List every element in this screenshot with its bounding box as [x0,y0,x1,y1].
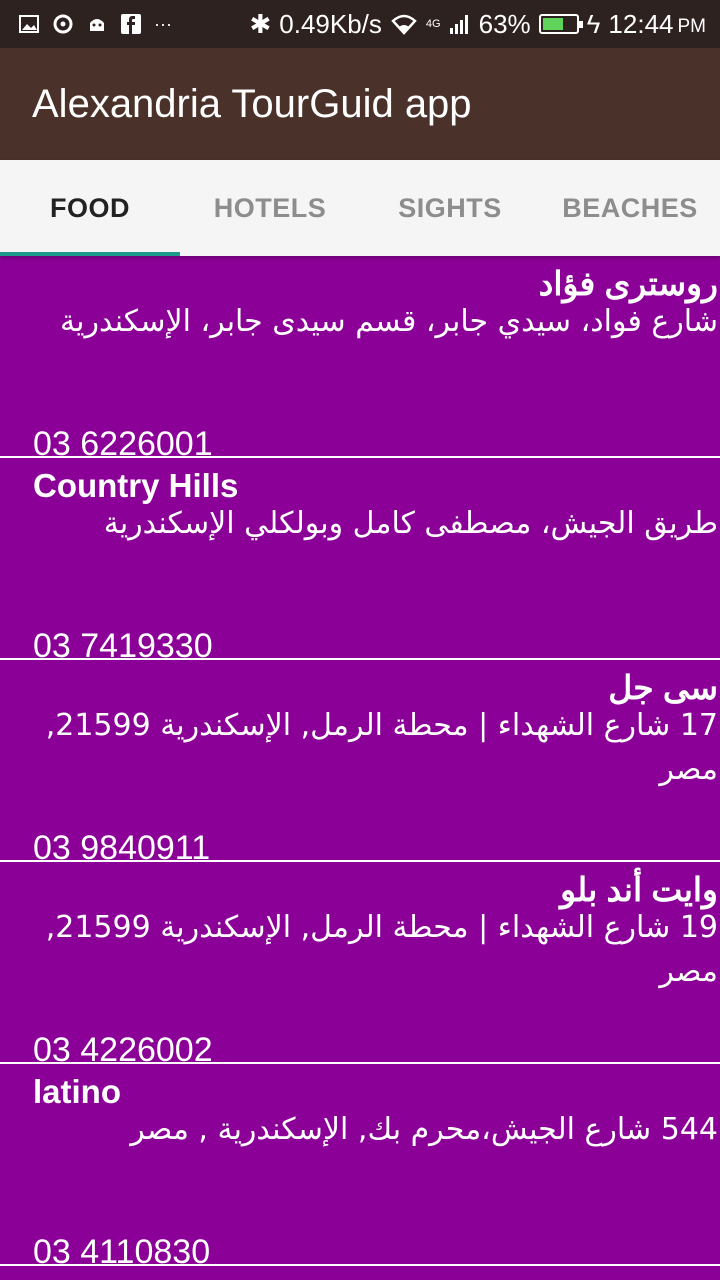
place-name: Country Hills [33,467,239,504]
signal-icon [449,15,468,34]
place-name: وايت أند بلو [560,871,718,908]
tab-food[interactable]: FOOD [0,160,180,256]
place-phone: 03 9840911 [33,829,211,862]
sync-icon [53,14,73,34]
tab-sights[interactable]: SIGHTS [360,160,540,256]
network-speed: 0.49Kb/s [279,8,382,39]
more-icon: ··· [154,13,172,34]
list-item[interactable]: latino 544 شارع الجيش،محرم بك, الإسكندري… [0,1064,720,1266]
tab-bar: FOOD HOTELS SIGHTS BEACHES [0,160,720,256]
wifi-icon [391,14,417,35]
bluetooth-icon: ✱ [249,8,272,39]
charging-icon: ϟ [586,8,601,39]
places-list[interactable]: روسترى فؤاد شارع فواد، سيدي جابر، قسم سي… [0,256,720,1266]
app-title: Alexandria TourGuid app [32,81,472,126]
place-phone: 03 4226002 [33,1031,213,1064]
place-address: 19 شارع الشهداء | محطة الرمل, الإسكندرية… [45,910,718,989]
facebook-icon [121,14,141,34]
battery-icon [538,14,583,34]
battery-percent: 63% [478,8,531,39]
place-address: 17 شارع الشهداء | محطة الرمل, الإسكندرية… [45,708,718,787]
android-icon [90,19,104,31]
network-type: 4G [425,18,441,30]
place-phone: 03 4110830 [33,1233,211,1266]
place-phone: 03 7419330 [33,627,213,660]
place-name: latino [33,1073,121,1110]
list-item[interactable]: روسترى فؤاد شارع فواد، سيدي جابر، قسم سي… [0,256,720,458]
tab-hotels[interactable]: HOTELS [180,160,360,256]
place-address: طريق الجيش، مصطفى كامل وبولكلي الإسكندري… [103,506,718,541]
status-bar: ··· ✱ 0.49Kb/s 4G 63% ϟ 12:44 PM [0,0,720,48]
place-name: روسترى فؤاد [538,265,718,302]
place-phone: 03 6226001 [33,425,213,458]
list-item[interactable]: Country Hills طريق الجيش، مصطفى كامل وبو… [0,458,720,660]
place-address: 544 شارع الجيش،محرم بك, الإسكندرية , مصر [130,1112,718,1147]
app-bar: Alexandria TourGuid app [0,48,720,160]
clock-ampm: PM [677,16,707,37]
list-item[interactable]: سى جل 17 شارع الشهداء | محطة الرمل, الإس… [0,660,720,862]
list-item[interactable]: وايت أند بلو 19 شارع الشهداء | محطة الرم… [0,862,720,1064]
tab-beaches[interactable]: BEACHES [540,160,720,256]
image-icon [19,15,39,33]
place-name: سى جل [608,669,718,706]
clock: 12:44 [608,8,674,39]
place-address: شارع فواد، سيدي جابر، قسم سيدى جابر، الإ… [60,304,718,339]
